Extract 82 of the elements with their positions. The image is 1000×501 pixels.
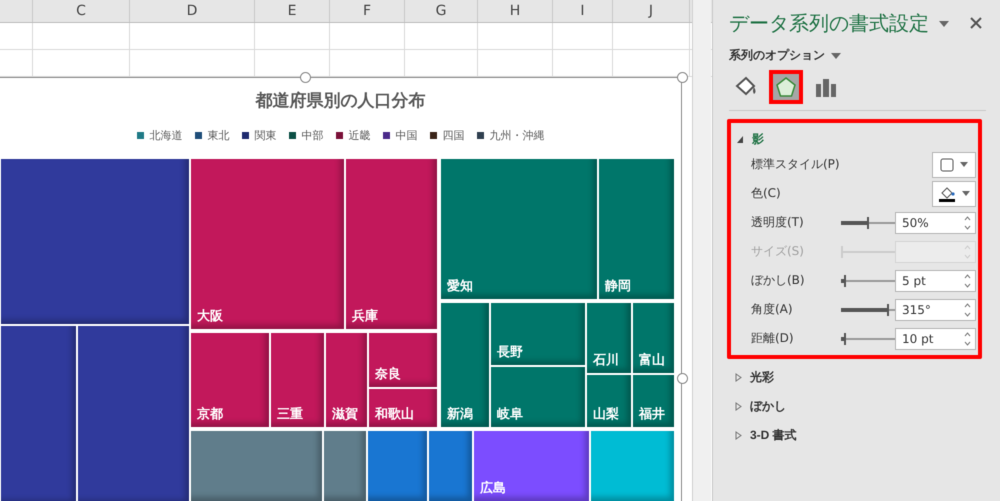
column-header[interactable]: C [76, 3, 86, 19]
legend-label: 九州・沖縄 [490, 128, 544, 143]
field-label: 標準スタイル(P) [751, 156, 841, 173]
tile-label: 岐阜 [497, 406, 523, 423]
caret-icon[interactable] [939, 20, 949, 26]
column-header[interactable]: H [510, 3, 520, 19]
field-label: 距離(D) [751, 330, 795, 347]
triangle-icon [735, 431, 742, 440]
field-label: 色(C) [751, 185, 782, 202]
tile-label: 兵庫 [352, 308, 378, 325]
spin-field[interactable]: 50% [895, 212, 976, 234]
section-header[interactable]: 影 [731, 129, 770, 150]
panel-title: データ系列の書式設定 [729, 10, 929, 37]
slider-track[interactable] [841, 332, 895, 344]
resize-handle[interactable] [677, 373, 688, 384]
tile-label: 愛知 [447, 278, 473, 295]
scrollbar[interactable] [692, 0, 711, 501]
tile-label: 広島 [480, 480, 506, 497]
shadow-preset-dropdown[interactable] [932, 152, 976, 178]
spin-arrows-icon[interactable] [964, 214, 971, 230]
slider-track[interactable] [841, 304, 895, 316]
field-label: 透明度(T) [751, 214, 805, 231]
slider-track[interactable] [841, 274, 895, 286]
field-label: ぼかし(B) [751, 272, 806, 289]
spin-field[interactable]: 10 pt [895, 328, 976, 350]
pentagon-icon [775, 76, 797, 98]
slider-thumb[interactable] [886, 304, 889, 316]
field-label: サイズ(S) [751, 243, 805, 260]
spin-arrows-icon[interactable] [964, 272, 971, 288]
slider-track[interactable] [841, 216, 895, 228]
triangle-icon [735, 402, 742, 411]
triangle-icon [737, 135, 744, 144]
color-picker-dropdown[interactable] [932, 180, 976, 206]
tile-label: 京都 [197, 406, 223, 423]
tile-label: 奈良 [375, 366, 401, 383]
column-header[interactable]: F [362, 3, 372, 19]
resize-handle[interactable] [300, 72, 311, 83]
spin-arrows-icon[interactable] [964, 302, 971, 318]
tile-label: 富山 [639, 352, 665, 369]
tile-label: 山梨 [593, 406, 619, 423]
slider-thumb[interactable] [844, 332, 846, 344]
close-icon [970, 17, 982, 29]
options-dropdown[interactable]: 系列のオプション [729, 47, 841, 64]
section-header[interactable]: 3-D 書式 [729, 425, 803, 446]
legend-label: 中国 [396, 128, 418, 143]
bar-chart-icon [815, 76, 837, 98]
legend-label: 四国 [442, 128, 464, 143]
column-header[interactable]: E [288, 3, 296, 19]
column-header[interactable]: J [648, 3, 654, 19]
field-label: 角度(A) [751, 301, 794, 318]
slider-thumb[interactable] [844, 274, 846, 286]
legend-label: 東北 [208, 128, 230, 143]
section-header[interactable]: 光彩 [729, 367, 780, 388]
tile-label: 新潟 [447, 406, 473, 423]
category-tab[interactable] [769, 70, 803, 104]
caret-icon [960, 162, 968, 167]
tile-label: 静岡 [605, 278, 631, 295]
tile-label: 福井 [639, 406, 665, 423]
tile-label: 和歌山 [375, 406, 414, 423]
caret-icon [831, 52, 841, 58]
tile-label: 長野 [497, 344, 523, 361]
legend-label: 北海道 [150, 128, 182, 143]
triangle-icon [735, 373, 742, 382]
spin-arrows-icon[interactable] [964, 330, 971, 346]
column-header[interactable]: G [436, 3, 446, 19]
legend-label: 中部 [302, 128, 324, 143]
tile-label: 大阪 [197, 308, 223, 325]
tile-label: 三重 [277, 406, 303, 423]
legend-label: 近畿 [348, 128, 370, 143]
spin-field[interactable]: 5 pt [895, 270, 976, 292]
spin-field[interactable]: 315° [895, 298, 976, 320]
square-icon [940, 158, 954, 172]
column-header[interactable]: I [580, 3, 585, 19]
section-header[interactable]: ぼかし [729, 396, 792, 417]
caret-icon [962, 191, 970, 196]
tile-label: 滋賀 [332, 406, 358, 423]
paint-bucket-icon [938, 184, 956, 202]
resize-handle[interactable] [677, 72, 688, 83]
chart-title: 都道府県別の人口分布 [254, 90, 426, 112]
tile-label: 石川 [593, 352, 619, 369]
legend-label: 関東 [254, 128, 276, 143]
column-header[interactable]: D [186, 3, 198, 19]
